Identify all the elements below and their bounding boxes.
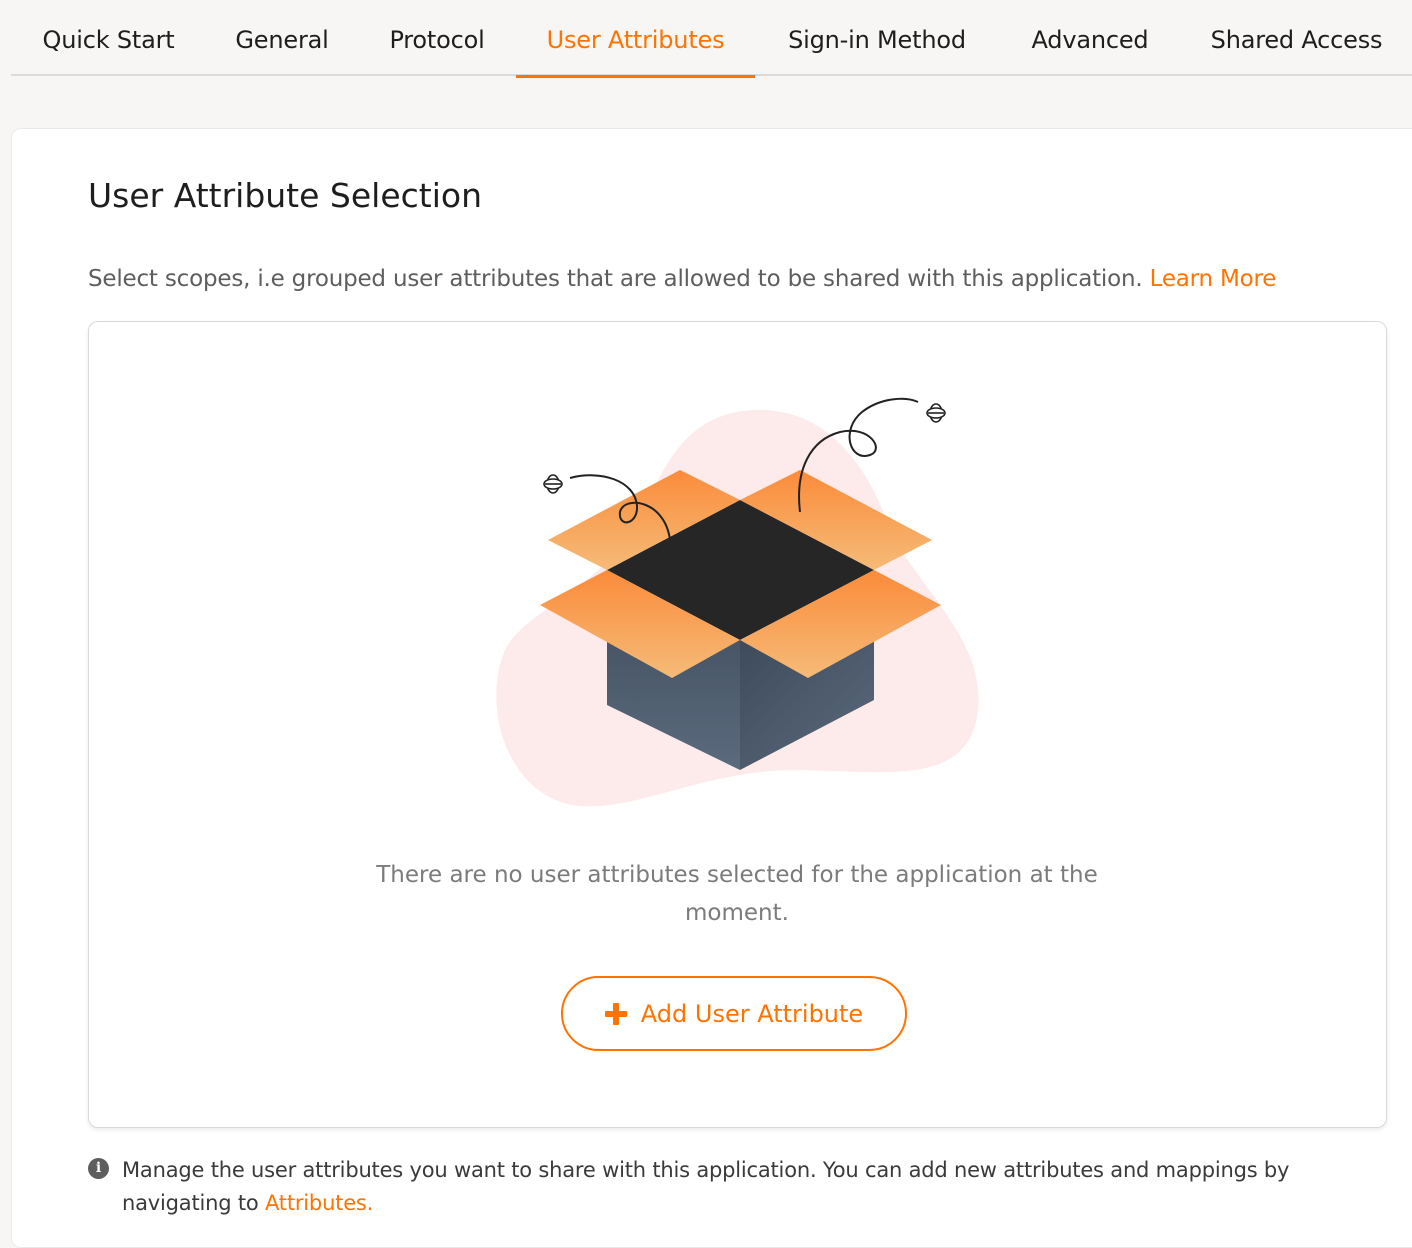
- add-user-attribute-label: Add User Attribute: [640, 999, 864, 1028]
- tab-bar: Quick Start General Protocol User Attrib…: [11, 0, 1412, 78]
- tab-quick-start[interactable]: Quick Start: [11, 0, 206, 76]
- learn-more-link[interactable]: Learn More: [1150, 266, 1277, 292]
- bee-icon: [543, 474, 563, 494]
- tab-advanced[interactable]: Advanced: [999, 0, 1181, 76]
- bee-icon: [926, 403, 946, 423]
- section-title: User Attribute Selection: [88, 176, 482, 215]
- section-hint-text: Select scopes, i.e grouped user attribut…: [88, 266, 1143, 292]
- open-box-icon: [496, 397, 979, 807]
- info-icon: i: [88, 1158, 109, 1179]
- add-user-attribute-button[interactable]: Add User Attribute: [561, 976, 907, 1051]
- tab-sign-in-method[interactable]: Sign-in Method: [755, 0, 999, 76]
- section-hint: Select scopes, i.e grouped user attribut…: [88, 266, 1276, 292]
- tab-user-attributes[interactable]: User Attributes: [516, 0, 755, 78]
- tab-shared-access[interactable]: Shared Access: [1181, 0, 1412, 76]
- info-text: Manage the user attributes you want to s…: [122, 1154, 1352, 1220]
- attributes-link[interactable]: Attributes.: [265, 1191, 373, 1215]
- empty-state-message: There are no user attributes selected fo…: [376, 862, 1098, 926]
- plus-icon: [604, 1002, 627, 1025]
- tab-protocol[interactable]: Protocol: [358, 0, 516, 76]
- tab-general[interactable]: General: [206, 0, 358, 76]
